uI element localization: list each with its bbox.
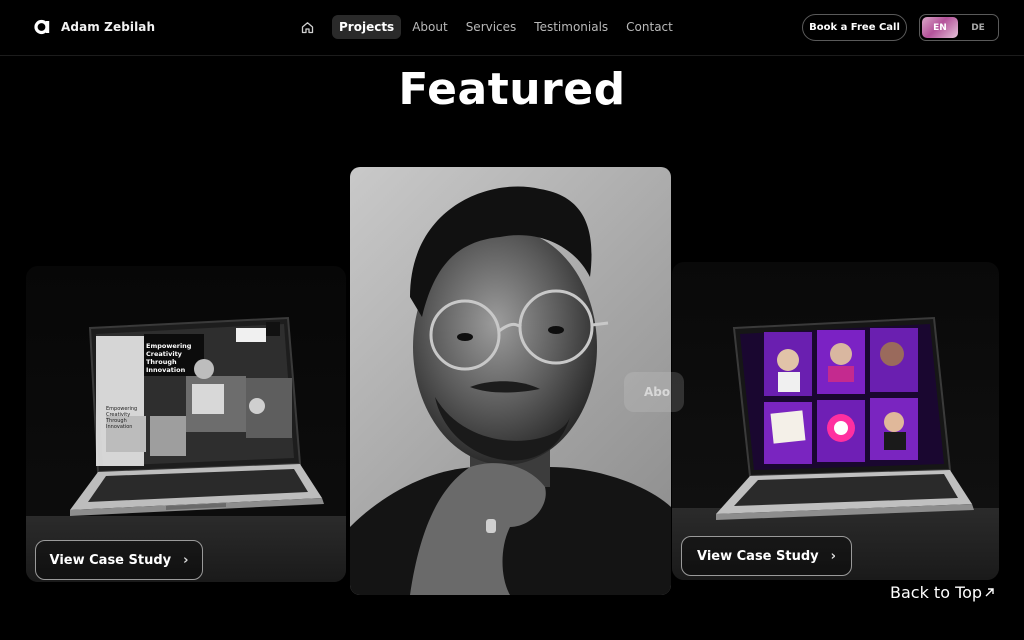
screen-headline: Empowering Creativity Through Innovation [146,342,206,374]
home-icon[interactable] [296,15,318,39]
brand-link[interactable]: Adam Zebilah [34,18,155,35]
chevron-right-icon: › [183,552,189,568]
project-card-right[interactable] [672,262,999,580]
back-to-top-label: Back to Top [890,583,983,602]
language-de-toggle[interactable]: DE [960,17,996,38]
brand-name: Adam Zebilah [61,19,156,34]
language-switcher: EN DE [919,14,999,41]
nav-item-services[interactable]: Services [459,15,524,39]
language-en-toggle[interactable]: EN [922,17,958,38]
laptop-social-posts-mockup [716,316,974,520]
brand-logo-icon [34,19,50,35]
project-card-left[interactable]: Empowering Creativity Through Innovation… [26,266,346,582]
screen-text-line: Empowering [146,342,192,350]
view-case-study-label: View Case Study [696,548,819,564]
screen-text-line: Creativity [146,350,182,358]
nav-item-about[interactable]: About [405,15,454,39]
screen-text-line: Through [146,358,177,366]
view-case-study-button-right[interactable]: View Case Study › [681,536,852,576]
main-menu: Projects About Services Testimonials Con… [296,15,680,39]
book-free-call-button[interactable]: Book a Free Call [802,14,907,41]
chevron-right-icon: › [830,548,836,564]
about-floating-label[interactable]: Abo [624,372,684,412]
screen-text-line: Innovation [146,366,186,374]
screen-subtext: Empowering Creativity Through Innovation [106,406,146,430]
arrow-up-right-icon [985,588,994,597]
view-case-study-button-left[interactable]: View Case Study › [35,540,203,580]
back-to-top-link[interactable]: Back to Top [890,583,995,602]
section-heading: Featured [398,64,626,115]
laptop-website-mockup [70,316,324,516]
nav-item-contact[interactable]: Contact [619,15,680,39]
view-case-study-label: View Case Study [49,552,172,568]
top-navigation: Adam Zebilah Projects About Services Tes… [0,0,1024,56]
nav-item-testimonials[interactable]: Testimonials [527,15,615,39]
nav-item-projects[interactable]: Projects [332,15,402,39]
screen-text-line: Innovation [106,424,133,430]
portrait-photo [350,186,671,595]
portrait-card [350,167,671,595]
